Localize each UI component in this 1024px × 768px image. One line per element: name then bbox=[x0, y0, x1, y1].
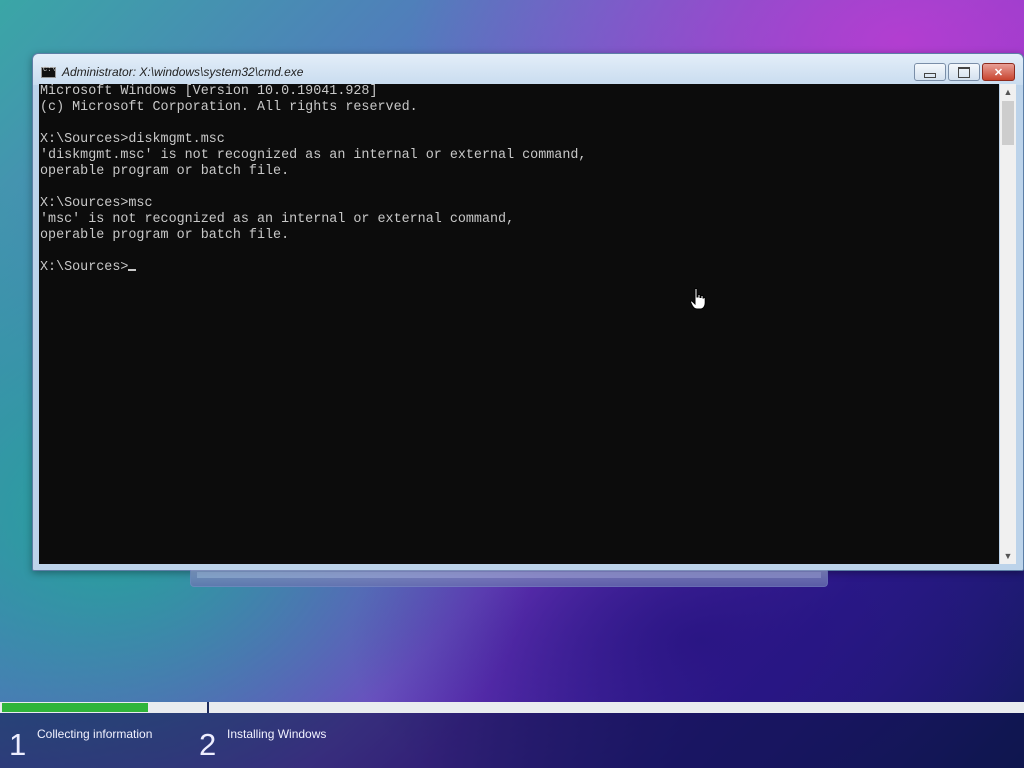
console-line: X:\Sources>diskmgmt.msc bbox=[40, 132, 225, 147]
prompt-text: X:\Sources> bbox=[40, 260, 129, 275]
minimize-button[interactable] bbox=[914, 63, 946, 81]
vertical-scrollbar[interactable]: ▲ ▼ bbox=[1000, 84, 1016, 564]
window-title: Administrator: X:\windows\system32\cmd.e… bbox=[62, 65, 304, 79]
setup-dialog-edge bbox=[190, 570, 828, 587]
console-line: 'msc' is not recognized as an internal o… bbox=[40, 212, 515, 227]
progress-fill-step1 bbox=[2, 703, 148, 712]
hand-pointer-icon bbox=[690, 288, 706, 310]
close-icon: ✕ bbox=[993, 66, 1004, 79]
scroll-thumb[interactable] bbox=[1002, 101, 1014, 145]
console-output[interactable]: Microsoft Windows [Version 10.0.19041.92… bbox=[39, 84, 999, 564]
close-button[interactable]: ✕ bbox=[982, 63, 1015, 81]
console-line: Microsoft Windows [Version 10.0.19041.92… bbox=[40, 84, 378, 99]
setup-steps-panel bbox=[0, 713, 1024, 768]
scroll-down-icon[interactable]: ▼ bbox=[1000, 548, 1016, 564]
setup-progress-bar bbox=[0, 702, 1024, 713]
console-line: X:\Sources>msc bbox=[40, 196, 153, 211]
scroll-up-icon[interactable]: ▲ bbox=[1000, 84, 1016, 100]
minimize-icon bbox=[924, 72, 936, 78]
step-number: 2 bbox=[199, 727, 217, 762]
console-line: 'diskmgmt.msc' is not recognized as an i… bbox=[40, 148, 587, 163]
maximize-button[interactable] bbox=[948, 63, 980, 81]
command-prompt[interactable]: X:\Sources> bbox=[40, 260, 999, 276]
setup-dialog-frame bbox=[197, 572, 821, 578]
console-line: operable program or batch file. bbox=[40, 164, 290, 179]
step-label: Collecting information bbox=[37, 727, 153, 741]
console-line: operable program or batch file. bbox=[40, 228, 290, 243]
console-line: (c) Microsoft Corporation. All rights re… bbox=[40, 100, 418, 115]
step-label: Installing Windows bbox=[227, 727, 327, 741]
text-cursor bbox=[128, 269, 137, 271]
title-bar[interactable]: Administrator: X:\windows\system32\cmd.e… bbox=[33, 54, 1023, 85]
progress-divider bbox=[207, 702, 209, 713]
maximize-icon bbox=[958, 66, 970, 78]
cmd-window: Administrator: X:\windows\system32\cmd.e… bbox=[32, 53, 1024, 571]
step-number: 1 bbox=[9, 727, 27, 762]
cmd-icon bbox=[41, 66, 56, 78]
